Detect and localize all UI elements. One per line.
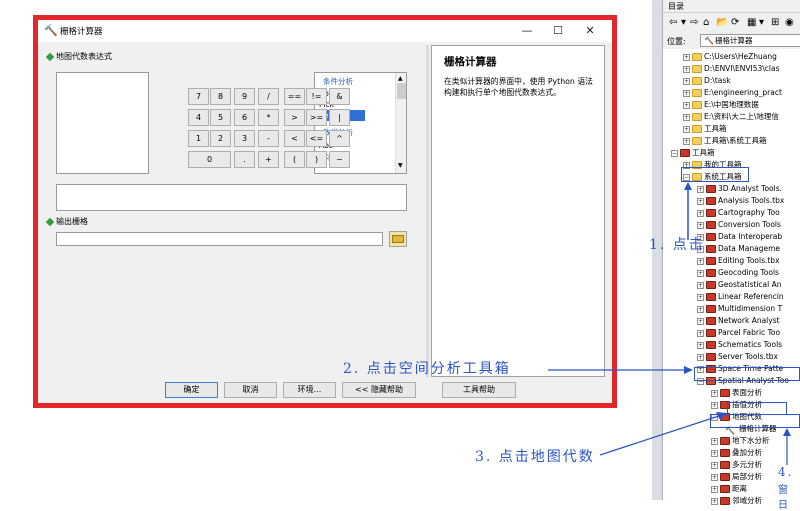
annotation-step4-cont: 窗 日 xyxy=(778,485,790,511)
annotation-step1: 1. 点击 xyxy=(649,237,705,253)
annotation-step4: 4. xyxy=(778,465,794,479)
arrow-step3 xyxy=(599,413,726,456)
annotation-step3: 3. 点击地图代数 xyxy=(475,449,595,465)
arrowhead-step1 xyxy=(684,182,692,190)
arrowhead-step2 xyxy=(684,366,693,374)
arrowhead-step4 xyxy=(783,428,791,436)
annotation-step2: 2. 点击空间分析工具箱 xyxy=(343,361,511,377)
